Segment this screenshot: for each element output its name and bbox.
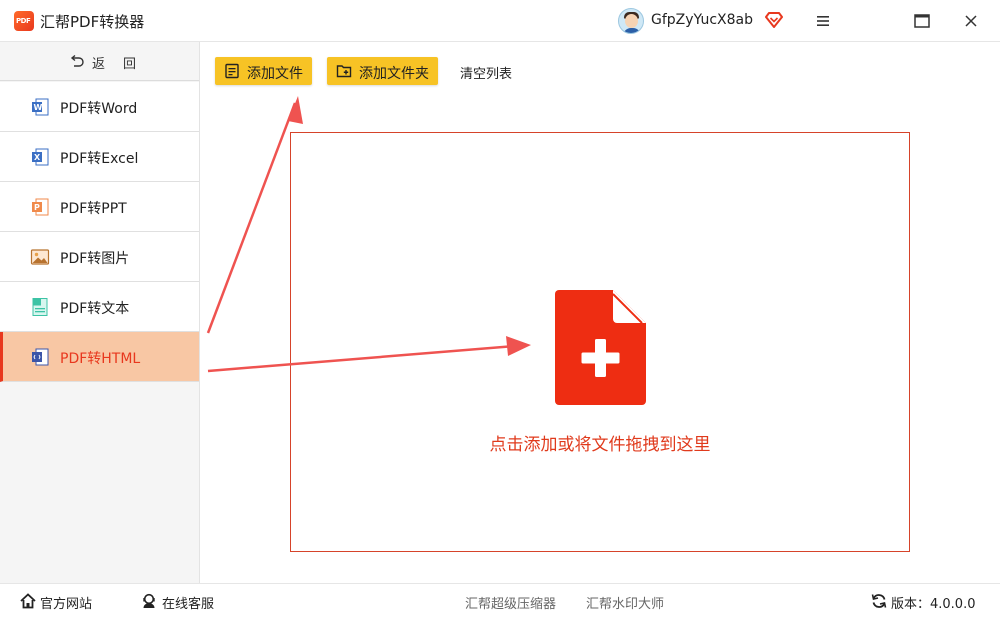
svg-text:X: X: [34, 153, 41, 162]
title-bar: PDF 汇帮PDF转换器 GfpZyYucX8ab: [0, 0, 1000, 42]
vip-diamond-icon[interactable]: [765, 12, 783, 28]
watermark-link[interactable]: 汇帮水印大师: [586, 593, 664, 612]
compressor-link[interactable]: 汇帮超级压缩器: [465, 593, 556, 612]
text-icon: [32, 298, 48, 316]
sidebar-item-pdf-to-text[interactable]: PDF转文本: [0, 282, 199, 332]
nav-label: PDF转HTML: [60, 351, 141, 367]
back-label: 返回: [92, 57, 155, 72]
official-website-link[interactable]: 官方网站: [40, 593, 92, 612]
word-icon: W: [32, 98, 49, 116]
add-file-button[interactable]: 添加文件: [215, 57, 312, 85]
nav-label: PDF转Word: [60, 101, 138, 117]
back-arrow-icon: [70, 54, 84, 67]
home-icon[interactable]: [20, 593, 36, 609]
arrow-head-add-file: [288, 96, 303, 124]
close-icon[interactable]: [960, 10, 982, 32]
add-file-label: 添加文件: [247, 66, 303, 82]
html-icon: [32, 348, 49, 366]
svg-text:P: P: [34, 203, 40, 212]
menu-icon[interactable]: [812, 10, 834, 32]
username[interactable]: GfpZyYucX8ab: [651, 12, 753, 28]
clear-list-button[interactable]: 清空列表: [460, 63, 512, 82]
sidebar-item-pdf-to-excel[interactable]: X PDF转Excel: [0, 132, 199, 182]
sidebar-item-pdf-to-html[interactable]: PDF转HTML: [0, 332, 199, 382]
nav-label: PDF转Excel: [60, 151, 139, 167]
nav-label: PDF转文本: [60, 301, 130, 317]
version-label: 版本：4.0.0.0: [891, 597, 976, 612]
refresh-icon[interactable]: [871, 593, 887, 609]
app-logo-icon: PDF: [14, 11, 34, 31]
footer-bar: 官方网站 在线客服 汇帮超级压缩器 汇帮水印大师 版本：4.0.0.0: [0, 583, 1000, 617]
maximize-icon[interactable]: [911, 10, 933, 32]
sidebar-item-pdf-to-ppt[interactable]: P PDF转PPT: [0, 182, 199, 232]
customer-service-icon[interactable]: [141, 593, 157, 609]
arrow-to-add-file: [206, 102, 297, 334]
excel-icon: X: [32, 148, 49, 166]
back-button[interactable]: 返回: [0, 42, 199, 81]
sidebar: 返回 W PDF转Word X PDF转Excel P PDF转PPT PDF转…: [0, 42, 200, 583]
add-folder-icon: [336, 65, 352, 78]
user-avatar[interactable]: [618, 8, 644, 34]
online-support-link[interactable]: 在线客服: [162, 593, 214, 612]
svg-text:W: W: [34, 103, 43, 112]
sidebar-item-pdf-to-word[interactable]: W PDF转Word: [0, 82, 199, 132]
nav-label: PDF转PPT: [60, 201, 127, 217]
file-drop-zone[interactable]: 点击添加或将文件拖拽到这里: [290, 132, 910, 552]
app-title: 汇帮PDF转换器: [40, 13, 145, 31]
image-icon: [30, 249, 50, 265]
nav-label: PDF转图片: [60, 251, 130, 267]
drop-zone-hint: 点击添加或将文件拖拽到这里: [489, 435, 711, 455]
sidebar-item-pdf-to-image[interactable]: PDF转图片: [0, 232, 199, 282]
add-document-icon[interactable]: [555, 290, 646, 405]
ppt-icon: P: [32, 198, 49, 216]
add-file-icon: [225, 63, 239, 79]
add-folder-button[interactable]: 添加文件夹: [327, 57, 438, 85]
add-folder-label: 添加文件夹: [359, 66, 429, 82]
